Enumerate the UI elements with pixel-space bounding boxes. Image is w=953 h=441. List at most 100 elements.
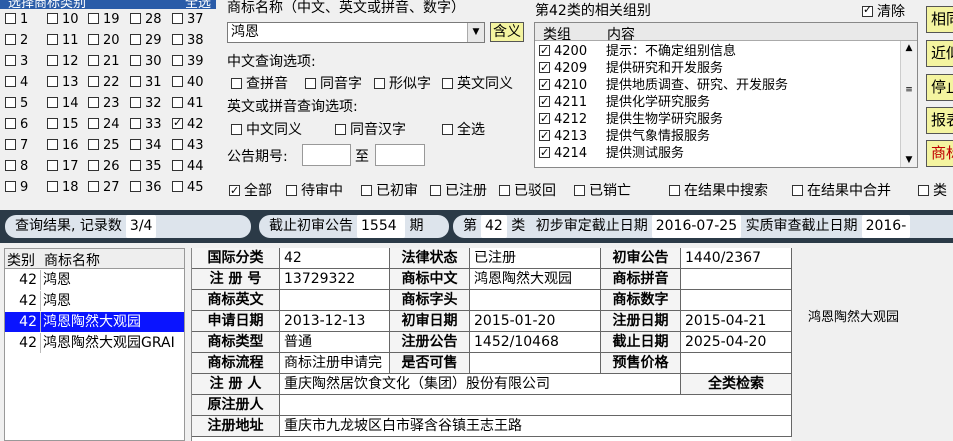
class-checkbox-43[interactable]: 43: [172, 138, 204, 154]
scroll-down-icon[interactable]: ▼: [901, 155, 917, 165]
clear-checkbox[interactable]: 清除: [862, 1, 905, 21]
class-checkbox-5[interactable]: 5: [5, 96, 28, 112]
cn-option-pinyin[interactable]: 查拼音: [231, 73, 288, 93]
scroll-thumb-icon[interactable]: ≡: [901, 85, 917, 95]
merge-in-results-checkbox[interactable]: 在结果中合并: [792, 182, 891, 200]
class-checkbox-7[interactable]: 7: [5, 138, 28, 154]
group-row[interactable]: 4212提供生物学研究服务: [539, 110, 723, 128]
class-checkbox-20[interactable]: 20: [88, 33, 120, 49]
en-option-select-all[interactable]: 全选: [442, 119, 485, 139]
cn-option-en-synonym[interactable]: 英文同义: [442, 73, 513, 93]
class-checkbox-1[interactable]: 1: [5, 12, 28, 28]
cn-option-similar[interactable]: 形似字: [374, 73, 431, 93]
class-checkbox-3[interactable]: 3: [5, 54, 28, 70]
full-search-button[interactable]: 全类检索: [681, 374, 792, 395]
period-to-input[interactable]: [375, 144, 425, 166]
class-checkbox-37[interactable]: 37: [172, 12, 204, 28]
class-checkbox-41[interactable]: 41: [172, 96, 204, 112]
class-checkbox-15[interactable]: 15: [47, 117, 79, 133]
select-all-label[interactable]: 全选: [185, 0, 211, 9]
name-input[interactable]: 鸿恩: [227, 22, 485, 43]
class-panel-title: 选择商标类别 全选: [0, 0, 216, 9]
class-checkbox-17[interactable]: 17: [47, 159, 79, 175]
group-row[interactable]: 4211提供化学研究服务: [539, 93, 710, 111]
status-filter-2[interactable]: 已初审: [361, 182, 418, 200]
class-checkbox-6[interactable]: 6: [5, 117, 28, 133]
similar-button[interactable]: 近似: [926, 40, 953, 67]
period-from-input[interactable]: [302, 144, 351, 166]
class-checkbox-35[interactable]: 35: [130, 159, 162, 175]
extra-checkbox[interactable]: 类: [918, 182, 947, 200]
results-list[interactable]: 类别 商标名称 42 鸿恩 42 鸿恩 42 鸿恩陶然大观园 42 鸿恩陶然大观园GRAI: [4, 248, 185, 441]
group-row[interactable]: 4200提示：不确定组别信息: [539, 42, 736, 60]
class-checkbox-29[interactable]: 29: [130, 33, 162, 49]
group-row[interactable]: 4213提供气象情报服务: [539, 127, 710, 145]
stop-button[interactable]: 停止: [926, 74, 953, 101]
class-checkbox-2[interactable]: 2: [5, 33, 28, 49]
list-item[interactable]: 42 鸿恩: [5, 270, 184, 290]
status-filter-3[interactable]: 已注册: [430, 182, 487, 200]
group-row[interactable]: 4214提供测试服务: [539, 144, 684, 162]
contain-button[interactable]: 含义: [490, 22, 524, 42]
orig-registrant-value: [280, 395, 792, 416]
list-item[interactable]: 42 鸿恩陶然大观园GRAI: [5, 333, 184, 353]
class-checkbox-33[interactable]: 33: [130, 117, 162, 133]
class-checkbox-24[interactable]: 24: [88, 117, 120, 133]
price-label: 预售价格: [601, 353, 681, 374]
class-checkbox-9[interactable]: 9: [5, 180, 28, 196]
cn-option-homophone[interactable]: 同音字: [305, 73, 362, 93]
class-checkbox-12[interactable]: 12: [47, 54, 79, 70]
list-item[interactable]: 42 鸿恩: [5, 291, 184, 311]
class-checkbox-30[interactable]: 30: [130, 54, 162, 70]
class-checkbox-26[interactable]: 26: [88, 159, 120, 175]
groups-list[interactable]: 类组 内容 4200提示：不确定组别信息4209提供研究和开发服务4210提供地…: [534, 22, 918, 168]
class-checkbox-28[interactable]: 28: [130, 12, 162, 28]
class-checkbox-22[interactable]: 22: [88, 75, 120, 91]
en-option-cn-synonym[interactable]: 中文同义: [231, 119, 302, 139]
class-checkbox-40[interactable]: 40: [172, 75, 204, 91]
class-checkbox-34[interactable]: 34: [130, 138, 162, 154]
class-checkbox-21[interactable]: 21: [88, 54, 120, 70]
status-filter-0[interactable]: 全部: [229, 182, 272, 200]
class-checkbox-25[interactable]: 25: [88, 138, 120, 154]
class-checkbox-16[interactable]: 16: [47, 138, 79, 154]
class-checkbox-23[interactable]: 23: [88, 96, 120, 112]
search-in-results-checkbox[interactable]: 在结果中搜索: [669, 182, 768, 200]
class-checkbox-8[interactable]: 8: [5, 159, 28, 175]
class-checkbox-14[interactable]: 14: [47, 96, 79, 112]
same-button[interactable]: 相同: [926, 6, 953, 33]
reg-pub-label: 注册公告: [390, 332, 470, 353]
en-option-homophone[interactable]: 同音汉字: [335, 119, 406, 139]
cn-name-label: 商标中文: [390, 269, 470, 290]
status-filter-4[interactable]: 已驳回: [499, 182, 556, 200]
scroll-up-icon[interactable]: ▲: [901, 43, 917, 53]
trademark-button[interactable]: 商标: [926, 140, 953, 167]
result-count: 3/4: [125, 215, 157, 238]
class-checkbox-38[interactable]: 38: [172, 33, 204, 49]
class-checkbox-27[interactable]: 27: [88, 180, 120, 196]
class-checkbox-13[interactable]: 13: [47, 75, 79, 91]
trademark-preview: 鸿恩陶然大观园: [808, 310, 900, 325]
report-button[interactable]: 报表: [926, 107, 953, 134]
class-checkbox-18[interactable]: 18: [47, 180, 79, 196]
group-row[interactable]: 4210提供地质调查、研究、开发服务: [539, 76, 788, 94]
class-checkbox-4[interactable]: 4: [5, 75, 28, 91]
class-checkbox-36[interactable]: 36: [130, 180, 162, 196]
status-filter-1[interactable]: 待审中: [286, 182, 343, 200]
class-checkbox-10[interactable]: 10: [47, 12, 79, 28]
pinyin-label: 商标拼音: [601, 269, 681, 290]
list-item[interactable]: 42 鸿恩陶然大观园: [5, 312, 184, 332]
class-checkbox-45[interactable]: 45: [172, 180, 204, 196]
status-filter-5[interactable]: 已销亡: [574, 182, 631, 200]
class-checkbox-19[interactable]: 19: [88, 12, 120, 28]
class-checkbox-39[interactable]: 39: [172, 54, 204, 70]
class-checkbox-44[interactable]: 44: [172, 159, 204, 175]
reg-no-value: 13729322: [280, 269, 390, 290]
class-checkbox-31[interactable]: 31: [130, 75, 162, 91]
class-checkbox-11[interactable]: 11: [47, 33, 79, 49]
chevron-down-icon[interactable]: ▼: [467, 23, 484, 42]
class-checkbox-42[interactable]: 42: [172, 115, 204, 133]
group-row[interactable]: 4209提供研究和开发服务: [539, 59, 723, 77]
class-checkbox-32[interactable]: 32: [130, 96, 162, 112]
groups-scrollbar[interactable]: ▲ ≡ ▼: [900, 41, 917, 167]
